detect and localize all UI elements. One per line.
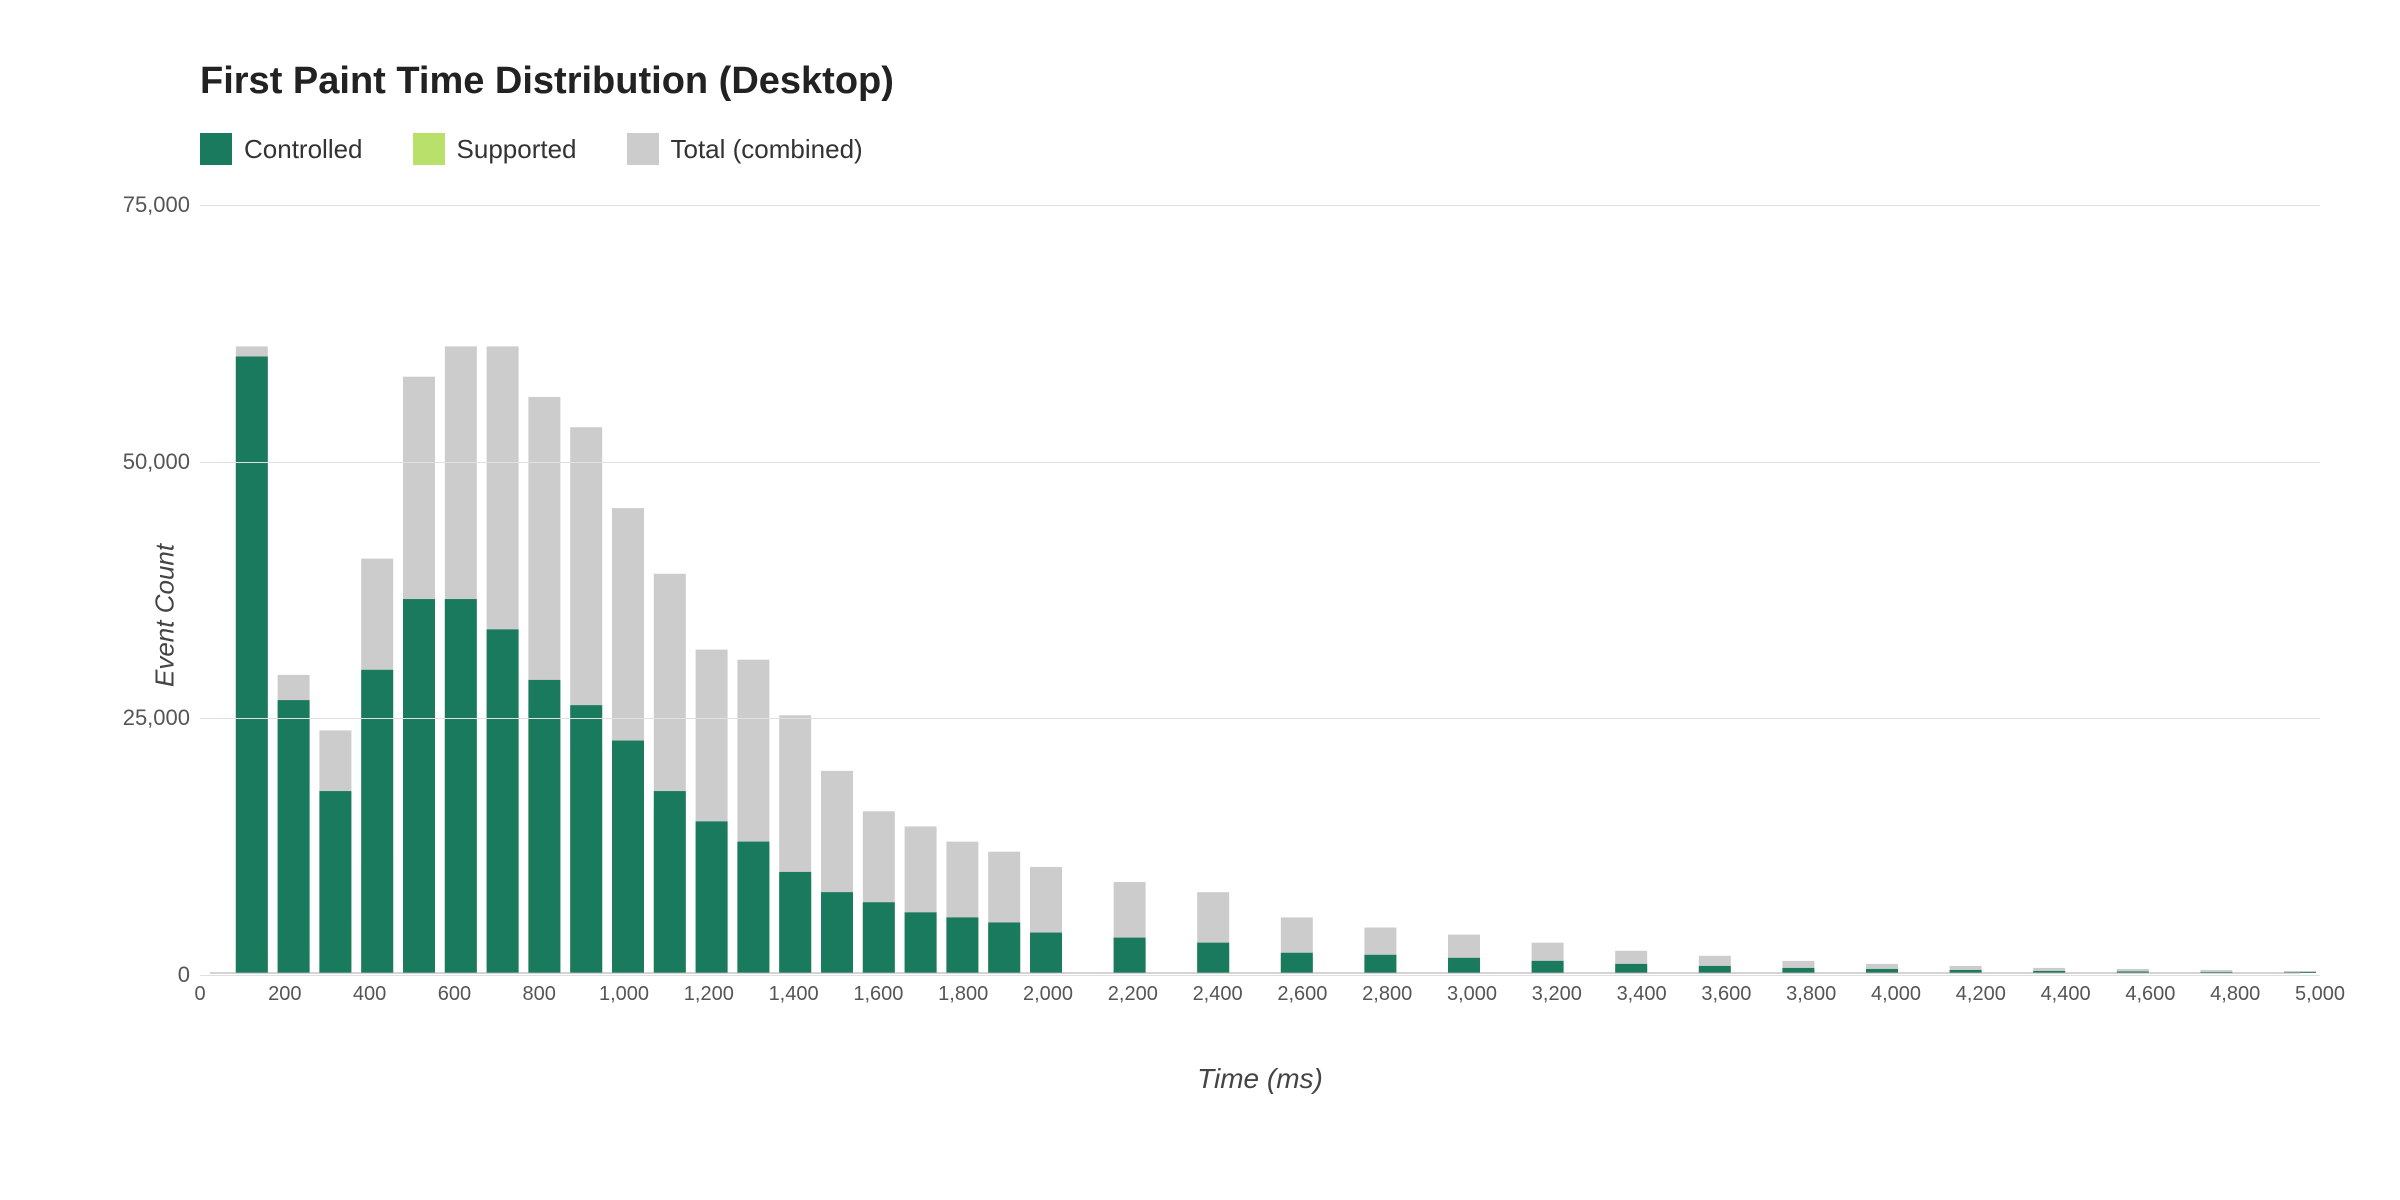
x-tick-label: 4,200	[1956, 983, 2006, 1006]
x-tick-label: 3,800	[1786, 983, 1836, 1006]
x-tick-label: 5,000	[2295, 983, 2345, 1006]
controlled-swatch	[200, 133, 232, 165]
x-tick-label: 1,000	[599, 983, 649, 1006]
legend-item-total: Total (combined)	[627, 133, 863, 165]
chart-area: Event Count 025,00050,00075,000 02004006…	[140, 205, 2320, 1025]
total-swatch	[627, 133, 659, 165]
legend-item-controlled: Controlled	[200, 133, 363, 165]
x-axis: 02004006008001,0001,2001,4001,6001,8002,…	[200, 975, 2320, 1025]
total-label: Total (combined)	[671, 134, 863, 165]
chart-inner: 025,00050,00075,000 02004006008001,0001,…	[200, 205, 2320, 1025]
x-tick-label: 1,200	[684, 983, 734, 1006]
x-tick-label: 3,000	[1447, 983, 1497, 1006]
x-axis-label: Time (ms)	[1197, 1063, 1323, 1095]
x-tick-label: 800	[523, 983, 556, 1006]
chart-container: First Paint Time Distribution (Desktop) …	[0, 0, 2400, 1200]
x-tick-label: 2,200	[1108, 983, 1158, 1006]
supported-label: Supported	[457, 134, 577, 165]
x-tick-label: 3,600	[1701, 983, 1751, 1006]
x-tick-label: 2,600	[1277, 983, 1327, 1006]
x-tick-label: 4,000	[1871, 983, 1921, 1006]
y-axis-label: Event Count	[140, 205, 190, 1025]
x-tick-label: 4,600	[2125, 983, 2175, 1006]
chart-title: First Paint Time Distribution (Desktop)	[200, 60, 2320, 103]
bars-svg	[200, 205, 2320, 975]
x-tick-label: 2,000	[1023, 983, 1073, 1006]
x-tick-label: 3,400	[1617, 983, 1667, 1006]
x-tick-label: 600	[438, 983, 471, 1006]
legend-item-supported: Supported	[413, 133, 577, 165]
x-tick-label: 1,400	[769, 983, 819, 1006]
x-tick-label: 2,400	[1193, 983, 1243, 1006]
x-tick-label: 1,800	[938, 983, 988, 1006]
legend: Controlled Supported Total (combined)	[200, 133, 2320, 165]
x-tick-label: 400	[353, 983, 386, 1006]
x-tick-label: 4,800	[2210, 983, 2260, 1006]
x-tick-label: 4,400	[2041, 983, 2091, 1006]
controlled-label: Controlled	[244, 134, 363, 165]
x-tick-label: 2,800	[1362, 983, 1412, 1006]
x-tick-label: 200	[268, 983, 301, 1006]
x-tick-label: 1,600	[853, 983, 903, 1006]
x-tick-label: 0	[194, 983, 205, 1006]
x-tick-label: 3,200	[1532, 983, 1582, 1006]
supported-swatch	[413, 133, 445, 165]
